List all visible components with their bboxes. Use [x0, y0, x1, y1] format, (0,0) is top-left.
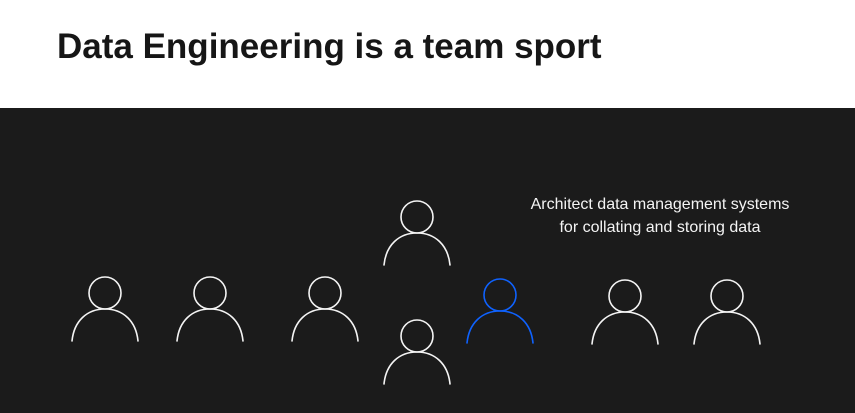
person-shoulders-outline — [176, 308, 244, 342]
person-shoulders-outline — [71, 308, 139, 342]
person-shoulders-outline — [591, 311, 659, 345]
person-head-outline — [400, 200, 434, 234]
person-outline-icon — [383, 319, 451, 385]
person-shoulders-outline — [693, 311, 761, 345]
role-caption-line-1: Architect data management systems — [530, 196, 790, 213]
slide-header: Data Engineering is a team sport — [0, 0, 855, 108]
person-shoulders-outline — [466, 310, 534, 344]
person-top-icon — [382, 199, 452, 269]
person-head-outline — [608, 279, 642, 313]
person-highlighted-icon — [465, 277, 535, 347]
person-2-icon — [175, 275, 245, 345]
person-head-outline — [88, 276, 122, 310]
person-outline-icon — [591, 279, 659, 345]
role-caption-line-2: for collating and storing data — [559, 219, 761, 236]
person-outline-icon — [383, 200, 451, 266]
team-sport-slide: Data Engineering is a team sport Archite… — [0, 0, 855, 413]
person-head-outline — [710, 279, 744, 313]
person-bottom-icon — [382, 318, 452, 388]
person-head-outline — [483, 278, 517, 312]
person-shoulders-outline — [383, 232, 451, 266]
person-6-icon — [590, 278, 660, 348]
person-3-icon — [290, 275, 360, 345]
role-caption: Architect data management systems for co… — [485, 193, 835, 239]
person-head-outline — [308, 276, 342, 310]
person-outline-icon — [693, 279, 761, 345]
person-outline-icon — [71, 276, 139, 342]
person-outline-icon — [291, 276, 359, 342]
person-outline-icon — [466, 278, 534, 344]
person-head-outline — [400, 319, 434, 353]
person-1-icon — [70, 275, 140, 345]
slide-title: Data Engineering is a team sport — [57, 27, 602, 66]
person-7-icon — [692, 278, 762, 348]
person-shoulders-outline — [291, 308, 359, 342]
person-outline-icon — [176, 276, 244, 342]
person-head-outline — [193, 276, 227, 310]
person-shoulders-outline — [383, 351, 451, 385]
